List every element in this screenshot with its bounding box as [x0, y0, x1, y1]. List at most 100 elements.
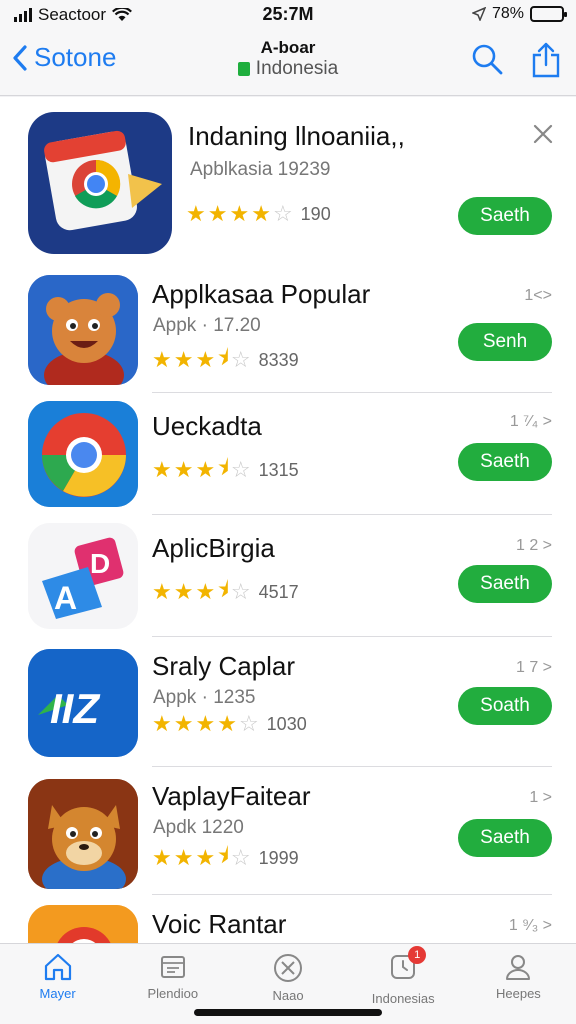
tab-label: Plendioo [147, 986, 199, 1001]
star-icon: ★ [251, 201, 271, 226]
star-icon: ⯨ [217, 843, 229, 868]
star-icon: ★ [195, 457, 216, 482]
close-circle-icon [274, 954, 302, 982]
star-icon: ★ [229, 201, 250, 226]
app-icon [28, 401, 138, 507]
battery-percent: 78% [491, 5, 524, 22]
svg-text:IIZ: IIZ [50, 685, 100, 732]
tab-label: Naao [272, 988, 304, 1003]
svg-text:D: D [90, 548, 110, 579]
app-icon: D A [28, 523, 138, 629]
app-subtitle: Apblkasia 19239 [190, 159, 331, 180]
star-icon: ★ [173, 845, 194, 870]
letter-tiles-icon: D A [28, 523, 138, 629]
get-button[interactable]: Saeth [458, 197, 552, 235]
app-name: Voic Rantar [152, 909, 287, 939]
notification-badge: 1 [408, 946, 427, 964]
close-icon[interactable] [532, 123, 554, 145]
star-icon: ★ [173, 347, 194, 372]
star-icon: ★ [195, 579, 216, 604]
tab-label: Indonesias [371, 991, 435, 1006]
featured-app-row[interactable]: Indaning llnoaniia,, Apblkasia 19239 ★ ★ ★… [0, 97, 576, 267]
rating-count: 4517 [258, 581, 299, 602]
home-icon [44, 953, 71, 981]
list-item[interactable]: Ueckadta ★ ★ ★ ⯨ ☆ 1315 1 ⁷⁄₄ > Saeth [0, 393, 576, 515]
rating-count: 1315 [258, 459, 299, 480]
star-icon: ★ [152, 579, 172, 604]
flag-icon [237, 62, 250, 76]
rank-label[interactable]: 1 2 > [516, 537, 552, 555]
status-bar: Seactoor 25:7M 78% [0, 0, 576, 30]
star-icon: ★ [186, 201, 206, 226]
app-name: VaplayFaitear [152, 781, 311, 811]
star-icon: ★ [195, 347, 216, 372]
star-rating: ★ ★ ★ ⯨ ☆ 1999 [152, 839, 299, 877]
target-icon [28, 905, 138, 943]
header-actions [470, 42, 562, 78]
rank-label[interactable]: 1<> [524, 287, 552, 305]
star-icon: ★ [217, 711, 237, 736]
get-button[interactable]: Saeth [458, 443, 552, 481]
person-icon [506, 955, 531, 980]
app-name: Applkasaa Popular [152, 279, 371, 309]
star-icon: ☆ [238, 711, 259, 736]
home-indicator [194, 1009, 382, 1016]
get-button[interactable]: Soath [458, 687, 552, 725]
battery-icon [530, 6, 567, 22]
star-icon: ☆ [272, 201, 293, 226]
star-icon: ★ [152, 711, 172, 736]
browser-calendar-icon [44, 130, 162, 231]
rank-label[interactable]: 1 7 > [516, 659, 552, 677]
star-icon: ☆ [230, 347, 251, 372]
app-icon: IIZ [28, 649, 138, 757]
star-icon: ⯨ [217, 577, 229, 602]
list-item[interactable]: Voic Rantar 1 ⁹⁄₃ > [0, 895, 576, 943]
app-icon [28, 275, 138, 385]
tab-home[interactable]: Mayer [0, 944, 115, 1024]
tab-profile[interactable]: Heepes [461, 944, 576, 1024]
tab-label: Mayer [39, 986, 76, 1001]
star-icon: ★ [152, 457, 172, 482]
clock-icon-wrap: 1 [388, 946, 427, 987]
star-rating: ★ ★ ★ ★ ☆ 190 [186, 201, 331, 227]
rank-label[interactable]: 1 ⁹⁄₃ > [509, 917, 552, 935]
cartoon-fox-icon [28, 779, 138, 889]
star-rating: ★ ★ ★ ⯨ ☆ 8339 [152, 341, 299, 379]
svg-text:A: A [54, 580, 77, 616]
star-icon: ★ [173, 457, 194, 482]
app-subtitle: Appk · 17.20 [153, 315, 261, 336]
star-icon: ★ [152, 347, 172, 372]
star-rating: ★ ★ ★ ⯨ ☆ 4517 [152, 573, 299, 611]
share-icon[interactable] [530, 42, 562, 78]
rank-label[interactable]: 1 > [529, 789, 552, 807]
list-item[interactable]: D A AplicBirgia ★ ★ ★ ⯨ ☆ 4517 1 2 > Saeth [0, 515, 576, 637]
star-icon: ★ [195, 711, 216, 736]
list-item[interactable]: IIZ Sraly Caplar Appk · 1235 ★ ★ ★ ★ ☆ 1030 1… [0, 637, 576, 767]
list-item[interactable]: Applkasaa Popular Appk · 17.20 ★ ★ ★ ⯨ ☆ 8339… [0, 267, 576, 393]
star-icon: ⯨ [217, 345, 229, 370]
star-icon: ☆ [230, 845, 251, 870]
app-name: Ueckadta [152, 411, 262, 441]
get-button[interactable]: Saeth [458, 565, 552, 603]
star-icon: ★ [195, 845, 216, 870]
list-item[interactable]: VaplayFaitear Apdk 1220 ★ ★ ★ ⯨ ☆ 1999 1 > Sa… [0, 767, 576, 895]
location-arrow-icon [471, 7, 486, 21]
rating-count: 1030 [266, 713, 307, 734]
cartoon-character-icon [28, 275, 138, 385]
browser-icon [28, 401, 138, 507]
rating-count: 1999 [258, 847, 299, 868]
app-subtitle: Apdk 1220 [153, 817, 244, 838]
star-icon: ⯨ [217, 455, 229, 480]
get-button[interactable]: Saeth [458, 819, 552, 857]
search-icon[interactable] [470, 42, 504, 76]
get-button[interactable]: Senh [458, 323, 552, 361]
rank-label[interactable]: 1 ⁷⁄₄ > [510, 413, 552, 431]
star-icon: ☆ [230, 579, 251, 604]
star-rating: ★ ★ ★ ⯨ ☆ 1315 [152, 451, 299, 489]
star-icon: ☆ [230, 457, 251, 482]
app-list: Indaning llnoaniia,, Apblkasia 19239 ★ ★ ★… [0, 97, 576, 943]
app-name: Sraly Caplar [152, 651, 296, 681]
text-logo-icon: IIZ [28, 649, 138, 757]
tab-label: Heepes [496, 986, 541, 1001]
star-icon: ★ [207, 201, 228, 226]
